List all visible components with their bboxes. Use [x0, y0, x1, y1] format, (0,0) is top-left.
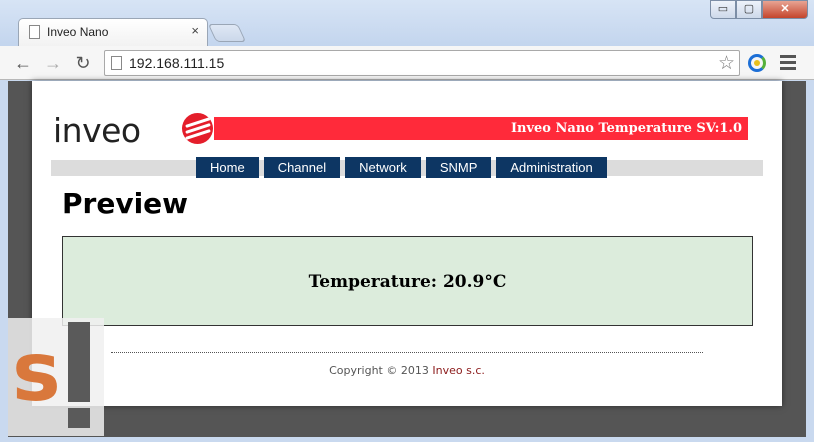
minimize-button[interactable]: ▭ — [710, 0, 736, 19]
copyright-text: Copyright © 2013 — [329, 364, 429, 377]
window-controls: ▭ ▢ ✕ — [710, 0, 808, 20]
nav-network[interactable]: Network — [345, 157, 421, 178]
forward-button[interactable]: → — [42, 52, 64, 74]
temperature-value: 20.9°C — [442, 272, 507, 292]
url-text[interactable]: 192.168.111.15 — [129, 55, 224, 71]
close-window-button[interactable]: ✕ — [762, 0, 808, 19]
new-tab-button[interactable] — [207, 24, 247, 42]
nav-home[interactable]: Home — [196, 157, 259, 178]
reload-button[interactable]: ↻ — [72, 52, 94, 74]
inveo-logo: inveo — [53, 111, 213, 151]
page-viewport: inveo Inveo Nano Temperature SV:1.0 Home… — [8, 81, 806, 437]
main-nav: Home Channel Network SNMP Administration — [196, 157, 612, 178]
watermark-dot — [68, 408, 90, 428]
page-container: inveo Inveo Nano Temperature SV:1.0 Home… — [32, 81, 782, 406]
close-tab-icon[interactable]: × — [191, 23, 199, 38]
page-title: Preview — [62, 187, 189, 220]
nav-snmp[interactable]: SNMP — [425, 157, 492, 178]
footer-divider — [111, 352, 703, 353]
address-bar[interactable]: 192.168.111.15 ☆ — [104, 50, 740, 76]
footer: Copyright © 2013 Inveo s.c. — [32, 364, 782, 377]
temperature-label: Temperature: — [308, 272, 438, 292]
header-banner: Inveo Nano Temperature SV:1.0 — [214, 117, 748, 140]
maximize-button[interactable]: ▢ — [736, 0, 762, 19]
star-icon[interactable]: ☆ — [718, 52, 735, 75]
nav-channel[interactable]: Channel — [263, 157, 341, 178]
browser-toolbar: ← → ↻ 192.168.111.15 ☆ — [0, 46, 814, 80]
tab-title: Inveo Nano — [47, 25, 109, 39]
logo-mark-icon — [182, 113, 213, 144]
temperature-readout: Temperature: 20.9°C — [63, 272, 752, 292]
company-link[interactable]: Inveo s.c. — [432, 364, 485, 377]
window-titlebar: Inveo Nano × ▭ ▢ ✕ — [0, 0, 814, 46]
banner-text: Inveo Nano Temperature SV:1.0 — [510, 121, 742, 136]
browser-tab[interactable]: Inveo Nano × — [18, 18, 208, 46]
temperature-panel: Temperature: 20.9°C — [62, 236, 753, 326]
watermark-bar — [68, 322, 90, 402]
page-icon — [111, 56, 122, 70]
watermark-logo: s — [8, 318, 104, 436]
watermark-s-icon: s — [12, 325, 61, 420]
page-icon — [29, 25, 40, 39]
extension-icon[interactable] — [748, 54, 766, 72]
menu-icon[interactable] — [780, 55, 796, 73]
back-button[interactable]: ← — [12, 52, 34, 74]
nav-administration[interactable]: Administration — [496, 157, 607, 178]
logo-text: inveo — [53, 111, 141, 150]
